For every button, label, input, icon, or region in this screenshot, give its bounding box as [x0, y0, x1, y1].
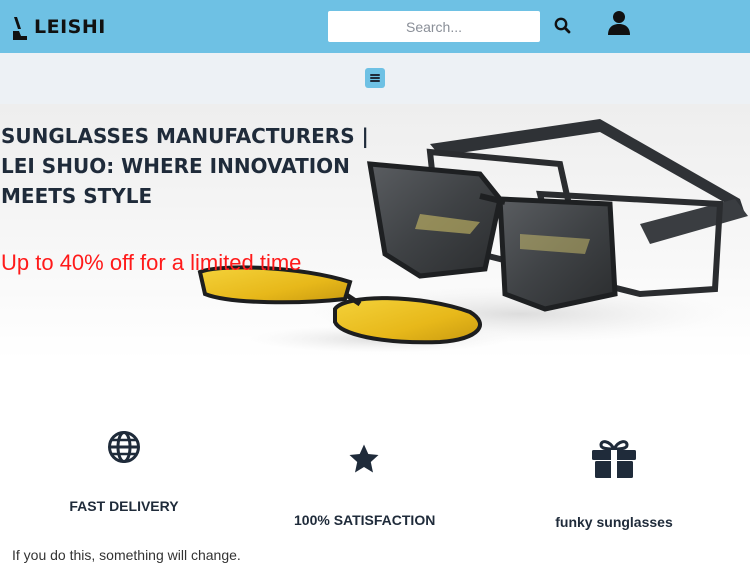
- feature-funky-sunglasses: funky sunglasses: [544, 437, 684, 530]
- account-button[interactable]: [605, 9, 633, 37]
- star-icon: [349, 444, 379, 473]
- site-header: LEISHI: [0, 0, 750, 53]
- hero-promo-text: Up to 40% off for a limited time: [1, 250, 302, 275]
- feature-label: funky sunglasses: [555, 514, 673, 530]
- nav-bar: [0, 53, 750, 104]
- hamburger-line: [370, 77, 380, 79]
- logo-text: LEISHI: [34, 16, 106, 38]
- site-logo[interactable]: LEISHI: [12, 14, 105, 42]
- search-button[interactable]: [552, 15, 574, 37]
- hamburger-line: [370, 80, 380, 82]
- user-icon: [608, 11, 630, 35]
- search-input[interactable]: [328, 11, 540, 42]
- feature-fast-delivery: FAST DELIVERY: [54, 430, 194, 514]
- hero-banner: SUNGLASSES MANUFACTURERS | LEI SHUO: WHE…: [0, 104, 750, 360]
- hero-title: SUNGLASSES MANUFACTURERS | LEI SHUO: WHE…: [1, 124, 369, 208]
- search-icon: [554, 17, 571, 34]
- hamburger-menu-icon: [370, 74, 380, 76]
- feature-label: 100% SATISFACTION: [294, 512, 436, 528]
- body-text: If you do this, something will change.: [12, 547, 241, 563]
- gift-icon: [592, 440, 636, 478]
- menu-toggle-button[interactable]: [365, 68, 385, 88]
- feature-label: FAST DELIVERY: [69, 498, 179, 514]
- globe-icon: [108, 431, 140, 463]
- feature-satisfaction: 100% SATISFACTION: [294, 443, 436, 528]
- leishi-logo-mark-icon: [13, 17, 27, 40]
